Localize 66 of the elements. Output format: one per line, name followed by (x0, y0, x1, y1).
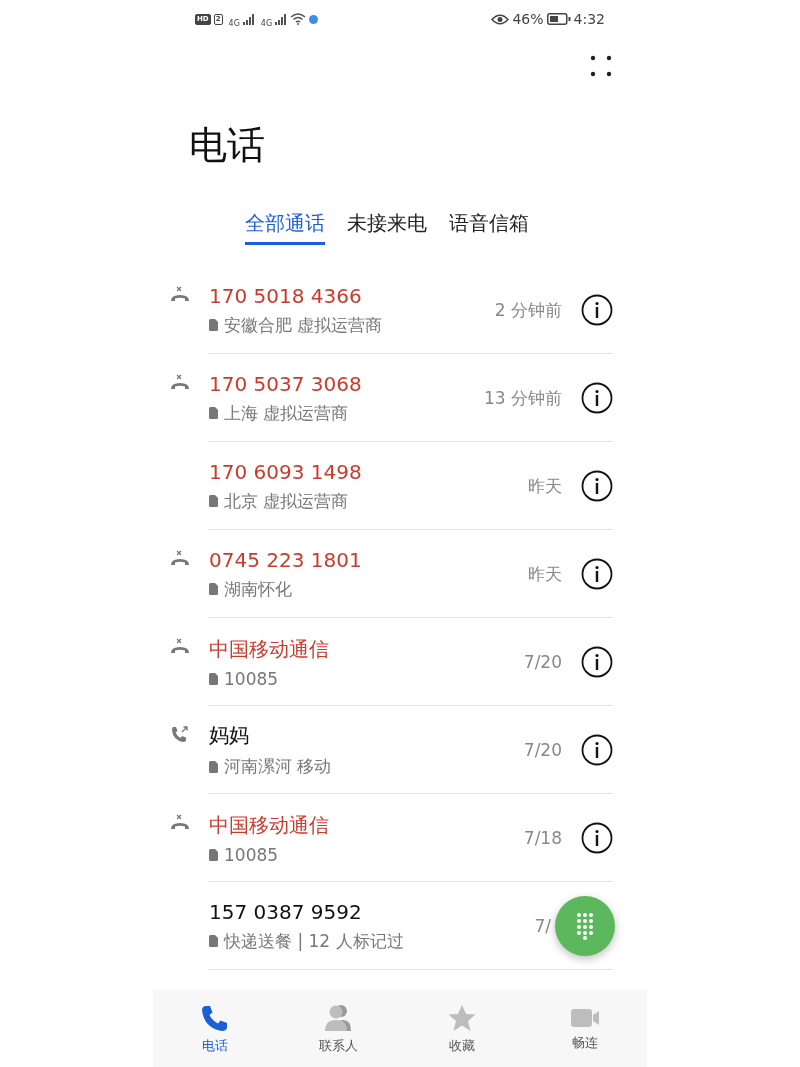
info-icon[interactable] (581, 646, 613, 678)
info-icon[interactable] (581, 382, 613, 414)
sim-icon (209, 848, 218, 861)
caller-name: 170 5018 4366 (209, 283, 363, 308)
wifi-icon (290, 13, 307, 25)
caller-name: 170 6093 1498 (209, 459, 363, 484)
sim-icon (209, 407, 218, 419)
sim-icon (209, 672, 218, 685)
sim-icon (209, 760, 218, 773)
call-time: 7/20 (523, 652, 562, 672)
signal-icon (242, 13, 255, 25)
info-icon[interactable] (581, 822, 613, 854)
eye-icon (491, 13, 510, 25)
missed-call-icon (170, 814, 190, 832)
sim-icon (209, 319, 218, 331)
missed-call-icon (170, 550, 190, 568)
missed-call-icon (170, 374, 190, 392)
sim-icon (209, 495, 218, 507)
caller-name: 170 5037 3068 (209, 371, 363, 396)
battery-percent: 46% (512, 11, 544, 27)
info-icon[interactable] (581, 558, 613, 590)
call-time: 昨天 (528, 474, 562, 498)
call-detail: 河南漯河 移动 (224, 755, 332, 778)
network-label: 4G (228, 18, 240, 28)
nav-tab[interactable]: 联系人 (276, 990, 400, 1067)
call-time: 7/18 (523, 828, 562, 848)
call-time: 昨天 (528, 562, 562, 586)
caller-name: 157 0387 9592 (209, 899, 363, 924)
call-detail: 10085 (224, 844, 279, 865)
notification-dot-icon (309, 14, 319, 24)
missed-call-icon (170, 286, 190, 304)
info-icon[interactable] (581, 734, 613, 766)
call-detail: 安徽合肥 虚拟运营商 (224, 313, 383, 337)
nav-tab[interactable]: 电话 (153, 990, 277, 1067)
network-label: 4G (260, 18, 273, 28)
call-detail: 10085 (224, 668, 279, 689)
signal-icon (275, 13, 288, 25)
clock: 4:32 (573, 11, 605, 27)
tab[interactable]: 语音信箱 (449, 200, 529, 245)
call-detail: 快递送餐 | 12 人标记过 (224, 929, 404, 953)
call-time: 2 分钟前 (494, 298, 562, 322)
nav-tab[interactable]: 畅连 (523, 990, 647, 1067)
sim-icon (209, 935, 218, 947)
sim-icon (209, 583, 218, 595)
call-detail: 湖南怀化 (224, 577, 292, 601)
battery-icon (546, 13, 571, 25)
caller-name: 0745 223 1801 (209, 547, 363, 572)
call-detail: 北京 虚拟运营商 (224, 489, 349, 513)
more-menu-icon[interactable] (590, 55, 612, 77)
call-time: 7/20 (523, 740, 562, 760)
call-time: 7/ (534, 916, 551, 936)
tab[interactable]: 未接来电 (347, 200, 427, 245)
dialpad-icon (576, 912, 594, 940)
missed-call-icon (170, 638, 190, 656)
caller-name: 中国移动通信 (209, 635, 330, 663)
call-detail: 上海 虚拟运营商 (224, 401, 349, 425)
nav-tab[interactable]: 收藏 (400, 990, 524, 1067)
call-time: 13 分钟前 (483, 386, 562, 410)
tab[interactable]: 全部通话 (245, 200, 325, 245)
page-title: 电话 (188, 122, 266, 169)
info-icon[interactable] (581, 470, 613, 502)
caller-name: 妈妈 (209, 722, 250, 749)
outgoing-call-icon (170, 726, 190, 744)
caller-name: 中国移动通信 (209, 811, 330, 839)
info-icon[interactable] (581, 294, 613, 326)
contacts-icon (323, 1002, 354, 1033)
